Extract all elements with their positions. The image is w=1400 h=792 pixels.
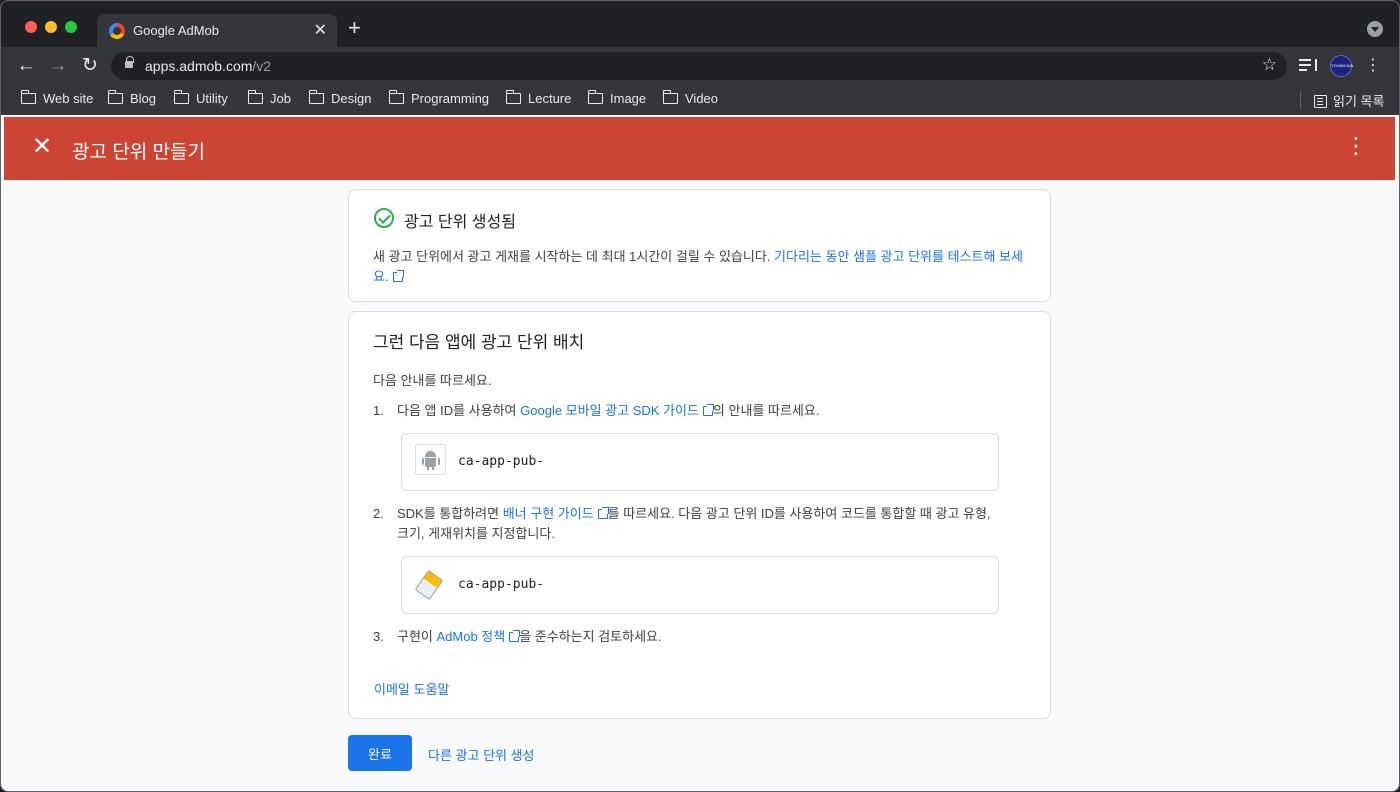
ad-unit-id-box[interactable]: ca-app-pub-	[401, 556, 999, 614]
external-link-icon	[702, 404, 714, 416]
android-icon	[415, 444, 446, 475]
step-number: 1.	[373, 403, 384, 418]
browser-window: Google AdMob ✕ + ← → ↻ apps.admob.com/v2…	[0, 0, 1400, 792]
step-text-before: 다음 앱 ID를 사용하여	[397, 403, 521, 418]
bookmark-blog[interactable]: Blog	[107, 90, 157, 109]
admob-favicon-icon	[109, 23, 125, 39]
app-id-box[interactable]: ca-app-pub-	[401, 433, 999, 491]
page-title: 광고 단위 만들기	[72, 142, 205, 163]
folder-icon	[247, 90, 263, 104]
lock-icon[interactable]	[125, 56, 134, 68]
done-button[interactable]: 완료	[348, 735, 412, 771]
step-text: 구현이 AdMob 정책 을 준수하는지 검토하세요.	[397, 627, 997, 647]
card-title: 광고 단위 생성됨	[404, 214, 516, 231]
folder-icon	[173, 90, 189, 104]
bookmark-label: Lecture	[528, 91, 572, 106]
bookmark-video[interactable]: Video	[662, 90, 719, 109]
step-number: 2.	[373, 506, 384, 521]
bookmark-image[interactable]: Image	[587, 90, 647, 109]
url-path: /v2	[252, 58, 272, 74]
reading-list-button[interactable]: 읽기 목록	[1314, 91, 1384, 109]
ad-unit-created-card: 광고 단위 생성됨 새 광고 단위에서 광고 게재를 시작하는 데 최대 1시간…	[348, 189, 1051, 302]
reading-list-label: 읽기 목록	[1333, 94, 1385, 109]
folder-icon	[308, 90, 324, 104]
step-text-before: 구현이	[397, 629, 437, 644]
external-link-icon	[392, 270, 404, 282]
step-text: 다음 앱 ID를 사용하여 Google 모바일 광고 SDK 가이드 의 안내를…	[397, 401, 997, 421]
browser-toolbar: ← → ↻ apps.admob.com/v2 ☆ YOUNGJUN ⋮	[1, 47, 1399, 85]
check-circle-icon	[374, 208, 394, 228]
main-content: 광고 단위 생성됨 새 광고 단위에서 광고 게재를 시작하는 데 최대 1시간…	[4, 180, 1395, 791]
tab-close-icon[interactable]: ✕	[314, 20, 327, 40]
banner-guide-link[interactable]: 배너 구현 가이드	[502, 506, 609, 521]
url-text[interactable]: apps.admob.com/v2	[145, 58, 271, 74]
create-another-ad-unit-button[interactable]: 다른 광고 단위 생성	[428, 745, 535, 764]
ad-unit-id-value[interactable]: ca-app-pub-	[458, 577, 544, 592]
bookmark-job[interactable]: Job	[247, 90, 291, 109]
card-title: 그런 다음 앱에 광고 단위 배치	[373, 333, 585, 352]
card-description: 새 광고 단위에서 광고 게재를 시작하는 데 최대 1시간이 걸릴 수 있습니…	[373, 247, 1023, 287]
folder-icon	[388, 90, 404, 104]
url-host: apps.admob.com	[145, 58, 253, 74]
browser-tab[interactable]: Google AdMob ✕	[97, 14, 337, 47]
tab-strip: Google AdMob ✕ +	[1, 1, 1399, 47]
more-options-icon[interactable]: ⋮	[1345, 135, 1367, 157]
close-icon[interactable]: ✕	[32, 135, 52, 159]
bookmark-star-icon[interactable]: ☆	[1262, 55, 1277, 75]
bookmark-label: Programming	[411, 91, 490, 106]
bookmark-design[interactable]: Design	[308, 90, 372, 109]
external-link-icon	[597, 507, 609, 519]
link-text: 배너 구현 가이드	[502, 506, 594, 521]
tab-search-icon[interactable]	[1367, 21, 1383, 37]
bookmark-label: Job	[270, 91, 291, 106]
admob-policy-link[interactable]: AdMob 정책	[436, 629, 521, 644]
back-icon[interactable]: ←	[15, 55, 37, 77]
step-text-after: 의 안내를 따르세요.	[712, 403, 820, 418]
media-control-icon[interactable]	[1299, 57, 1317, 73]
folder-icon	[20, 90, 36, 104]
step-text-after: 을 준수하는지 검토하세요.	[519, 629, 662, 644]
link-text: Google 모바일 광고 SDK 가이드	[520, 403, 699, 418]
forward-icon[interactable]: →	[47, 55, 69, 77]
sdk-guide-link[interactable]: Google 모바일 광고 SDK 가이드	[520, 403, 714, 418]
folder-icon	[107, 90, 123, 104]
bookmark-label: Design	[331, 91, 372, 106]
maximize-window-button[interactable]	[65, 21, 77, 33]
bookmark-programming[interactable]: Programming	[388, 90, 490, 109]
bookmark-utility[interactable]: Utility	[173, 90, 228, 109]
app-header: ✕ 광고 단위 만들기 ⋮	[4, 117, 1395, 180]
folder-icon	[662, 90, 678, 104]
card-intro: 다음 안내를 따르세요.	[373, 373, 492, 388]
link-text: AdMob 정책	[436, 629, 506, 644]
bookmark-separator	[1300, 91, 1301, 109]
bookmarks-bar: Web site Blog Utility Job Design Program…	[1, 85, 1399, 115]
reading-list-icon	[1314, 95, 1327, 108]
description-text: 새 광고 단위에서 광고 게재를 시작하는 데 최대 1시간이 걸릴 수 있습니…	[373, 249, 775, 264]
bookmark-lecture[interactable]: Lecture	[505, 90, 572, 109]
bookmark-label: Video	[685, 91, 719, 106]
folder-icon	[587, 90, 603, 104]
profile-avatar[interactable]: YOUNGJUN	[1330, 55, 1353, 77]
bookmark-label: Blog	[130, 91, 157, 106]
folder-icon	[505, 90, 521, 104]
step-text-before: SDK를 통합하려면	[397, 506, 503, 521]
address-bar[interactable]: apps.admob.com/v2 ☆	[111, 52, 1287, 80]
tab-title: Google AdMob	[133, 23, 220, 38]
new-tab-button[interactable]: +	[348, 17, 361, 39]
app-id-value[interactable]: ca-app-pub-	[458, 454, 544, 469]
browser-menu-icon[interactable]: ⋮	[1365, 55, 1381, 75]
minimize-window-button[interactable]	[45, 21, 57, 33]
step-text: SDK를 통합하려면 배너 구현 가이드 를 따르세요. 다음 광고 단위 ID를…	[397, 504, 997, 544]
banner-ad-icon	[414, 569, 444, 600]
bookmark-label: Web site	[43, 91, 94, 106]
close-window-button[interactable]	[25, 21, 37, 33]
bookmark-label: Image	[610, 91, 647, 106]
bookmark-web-site[interactable]: Web site	[20, 90, 94, 109]
email-help-link[interactable]: 이메일 도움말	[374, 679, 449, 698]
place-ad-unit-card: 그런 다음 앱에 광고 단위 배치 다음 안내를 따르세요. 1. 다음 앱 I…	[348, 311, 1051, 719]
step-number: 3.	[373, 629, 384, 644]
reload-icon[interactable]: ↻	[79, 55, 101, 77]
external-link-icon	[509, 630, 521, 642]
bookmark-label: Utility	[196, 91, 228, 106]
